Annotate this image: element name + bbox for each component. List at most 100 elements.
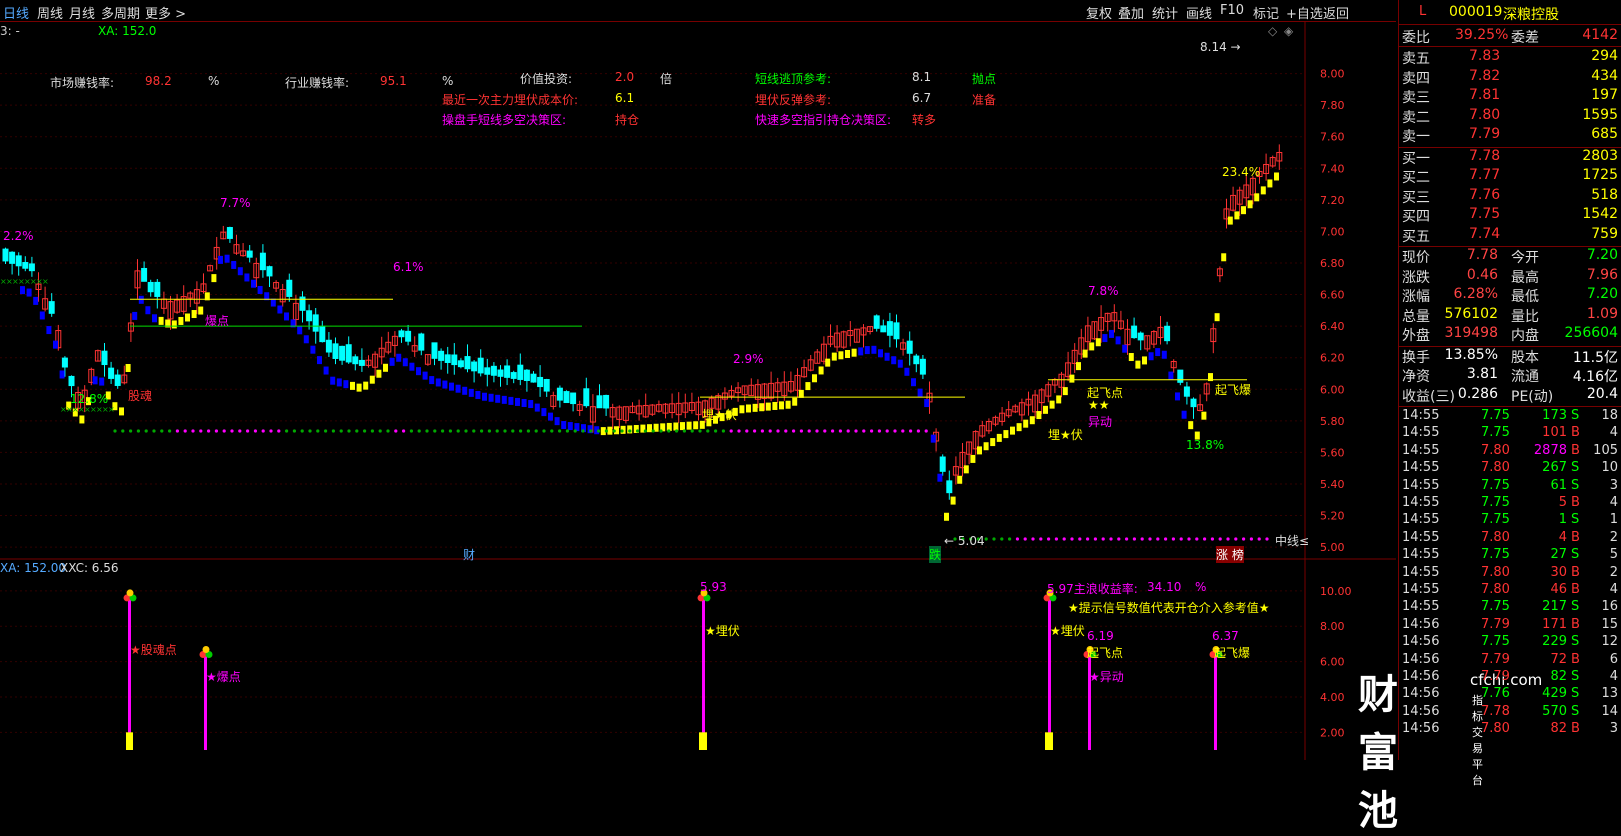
tab-monthly[interactable]: 月线	[69, 3, 95, 22]
tick-time: 14:55	[1402, 460, 1440, 476]
trend-block	[680, 422, 685, 431]
trend-block	[33, 296, 39, 305]
candle-body	[530, 373, 537, 383]
kline-chart[interactable]: 8.00 7.80 7.60 7.40 7.20 7.00 6.80 6.60 6.40 6.20…	[0, 22, 1396, 760]
stock-name[interactable]: 深粮控股	[1503, 4, 1559, 24]
quick-zone-value: 转多	[912, 113, 937, 127]
tick-row[interactable]: 14:56 7.75 229 S 12	[1399, 634, 1621, 652]
signal-dot	[698, 429, 702, 433]
trend-block	[911, 378, 916, 387]
signal-dot	[1015, 537, 1020, 541]
candle-body	[603, 394, 610, 409]
signal-dot	[316, 429, 320, 433]
trend-block	[429, 376, 435, 385]
stat-label: 量比	[1511, 308, 1539, 325]
tick-row[interactable]: 14:55 7.75 217 S 16	[1399, 599, 1621, 617]
tick-row[interactable]: 14:56 7.80 82 B 3	[1399, 721, 1621, 739]
candle-body	[919, 358, 926, 375]
drop-marker[interactable]: 跌	[929, 546, 942, 563]
statistics-button[interactable]: 统计	[1152, 3, 1178, 22]
market-profit-label: 市场赚钱率:	[50, 76, 115, 90]
signal-dot	[331, 429, 335, 433]
fuquan-button[interactable]: 复权	[1086, 3, 1112, 22]
quick-zone-label: 快速多空指引持仓决策区:	[755, 113, 892, 127]
tick-row[interactable]: 14:55 7.75 1 S 1	[1399, 512, 1621, 530]
trend-block	[561, 421, 567, 430]
candle-body	[517, 364, 524, 380]
tick-row[interactable]: 14:55 7.75 101 B 4	[1399, 425, 1621, 443]
signal-dot	[129, 429, 133, 433]
trend-block	[158, 316, 164, 325]
tab-more[interactable]: 更多 >	[145, 3, 186, 22]
trend-block	[356, 383, 362, 392]
tick-time: 14:56	[1402, 686, 1440, 702]
trend-block	[376, 369, 382, 378]
signal-dot	[714, 429, 718, 433]
tick-row[interactable]: 14:56 7.78 570 S 14	[1399, 704, 1621, 722]
ask-row[interactable]: 卖三 7.81 197	[1399, 87, 1621, 106]
stock-code[interactable]: 000019	[1449, 4, 1502, 20]
tick-row[interactable]: 14:55 7.75 61 S 3	[1399, 478, 1621, 496]
candle-body	[61, 357, 68, 368]
tick-row[interactable]: 14:56 7.79 82 S 4	[1399, 669, 1621, 687]
tab-weekly[interactable]: 周线	[37, 3, 63, 22]
candle-body	[398, 330, 405, 338]
signal-dot	[277, 429, 281, 433]
tick-time: 14:55	[1402, 564, 1440, 580]
signal-dot	[425, 429, 429, 433]
fund-label: 换手	[1402, 349, 1430, 366]
bid-row[interactable]: 买一 7.78 2803	[1399, 148, 1621, 167]
diamond-icon[interactable]: ◇	[1268, 24, 1277, 38]
back-button[interactable]: 返回	[1323, 3, 1349, 22]
trend-block	[46, 326, 52, 335]
signal-dot	[1062, 537, 1066, 541]
draw-line-button[interactable]: 画线	[1186, 3, 1212, 22]
ask-row[interactable]: 卖五 7.83 294	[1399, 48, 1621, 67]
trend-block	[297, 326, 303, 335]
tick-row[interactable]: 14:56 7.76 429 S 13	[1399, 686, 1621, 704]
pct-annotation: 12.8%	[70, 392, 109, 406]
tick-row[interactable]: 14:55 7.80 2878 B 105	[1399, 443, 1621, 461]
bid-row[interactable]: 买二 7.77 1725	[1399, 167, 1621, 186]
bid-row[interactable]: 买五 7.74 759	[1399, 226, 1621, 245]
tick-row[interactable]: 14:55 7.75 27 S 5	[1399, 547, 1621, 565]
signal-dot	[1132, 537, 1136, 541]
chart-area[interactable]: 8.00 7.80 7.60 7.40 7.20 7.00 6.80 6.60 6.40 6.20…	[0, 22, 1542, 834]
signal-dot	[261, 429, 265, 433]
signal-dot	[503, 429, 507, 433]
tick-row[interactable]: 14:56 7.79 171 B 15	[1399, 617, 1621, 635]
tick-row[interactable]: 14:55 7.80 4 B 2	[1399, 530, 1621, 548]
f10-button[interactable]: F10	[1220, 3, 1244, 18]
tab-multi-period[interactable]: 多周期	[101, 3, 140, 22]
trend-block	[1267, 179, 1273, 188]
bid-row[interactable]: 买三 7.76 518	[1399, 187, 1621, 206]
bid-row[interactable]: 买四 7.75 1542	[1399, 206, 1621, 225]
limit-up-marker[interactable]: 涨 榜	[1216, 546, 1244, 563]
pct-annotation: 2.9%	[733, 352, 764, 366]
tick-row[interactable]: 14:55 7.80 46 B 4	[1399, 582, 1621, 600]
finance-marker[interactable]: 财	[463, 546, 475, 563]
ask-row[interactable]: 卖四 7.82 434	[1399, 68, 1621, 87]
trend-block	[1274, 172, 1279, 181]
add-watchlist-button[interactable]: +自选	[1286, 3, 1323, 22]
tick-count: 1	[1609, 512, 1618, 528]
tick-row[interactable]: 14:55 7.75 5 B 4	[1399, 495, 1621, 513]
candle-body	[886, 321, 893, 336]
trend-block	[977, 446, 982, 455]
trend-block	[871, 345, 877, 354]
tick-row[interactable]: 14:55 7.80 30 B 2	[1399, 565, 1621, 583]
tick-row[interactable]: 14:55 7.80 267 S 10	[1399, 460, 1621, 478]
tick-side: S	[1571, 547, 1580, 563]
collapse-icon[interactable]: ◈	[1284, 24, 1293, 38]
candle-body	[28, 263, 35, 272]
ask-row[interactable]: 卖二 7.80 1595	[1399, 107, 1621, 126]
ask-row[interactable]: 卖一 7.79 685	[1399, 126, 1621, 145]
trend-block	[119, 407, 124, 416]
trend-block	[970, 454, 976, 463]
tab-daily[interactable]: 日线	[3, 3, 29, 22]
tick-row[interactable]: 14:55 7.75 173 S 18	[1399, 408, 1621, 426]
mark-button[interactable]: 标记	[1253, 3, 1279, 22]
y-tick-label: 7.20	[1320, 194, 1345, 207]
overlay-button[interactable]: 叠加	[1118, 3, 1144, 22]
tick-row[interactable]: 14:56 7.79 72 B 6	[1399, 652, 1621, 670]
